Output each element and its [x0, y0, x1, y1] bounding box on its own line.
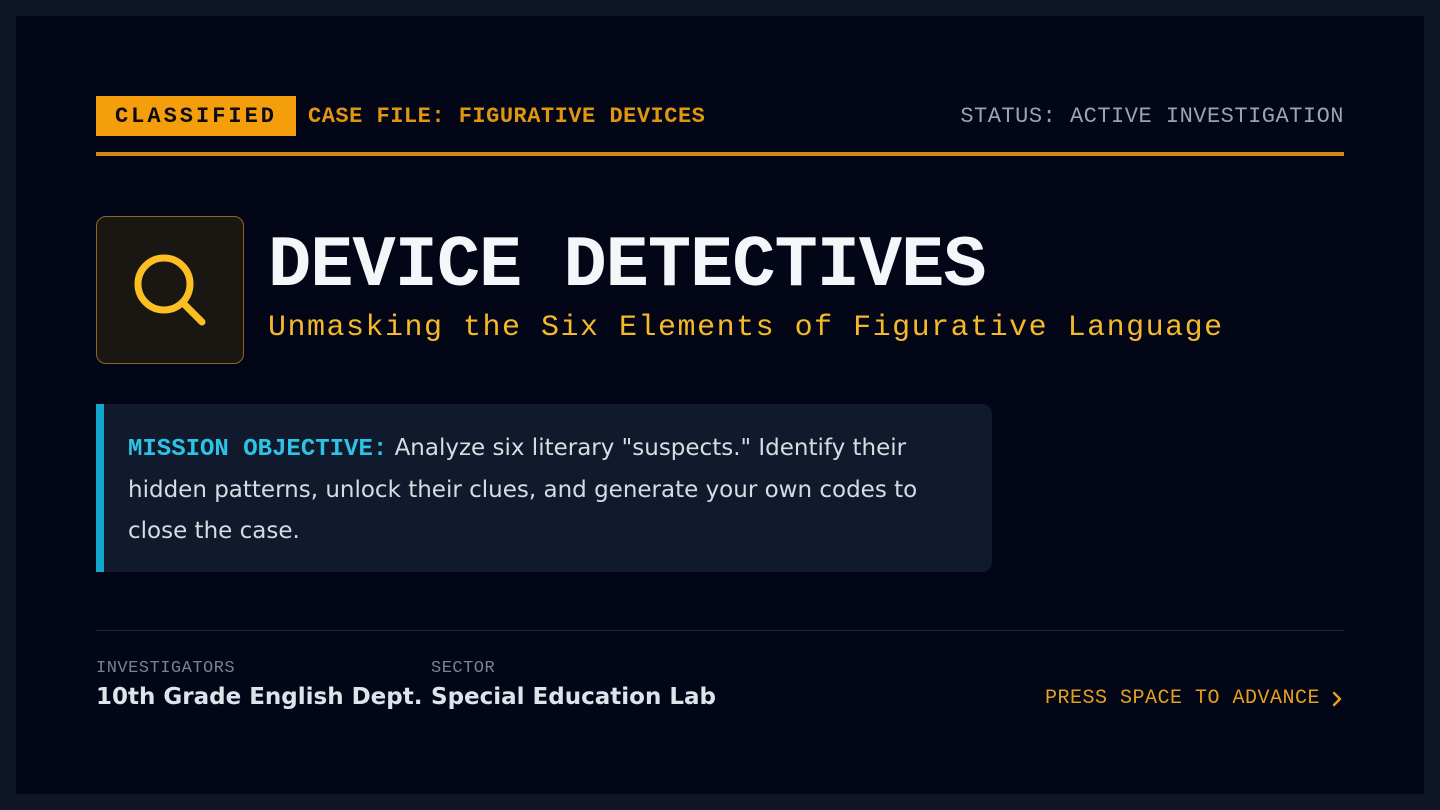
advance-button[interactable]: PRESS SPACE TO ADVANCE [1045, 687, 1344, 710]
slide-frame: CLASSIFIED CASE FILE: FIGURATIVE DEVICES… [16, 16, 1424, 794]
sector-block: SECTOR Special Education Lab [431, 659, 716, 710]
header: CLASSIFIED CASE FILE: FIGURATIVE DEVICES… [96, 96, 1344, 156]
case-file-title: CASE FILE: FIGURATIVE DEVICES [308, 103, 706, 129]
advance-label: PRESS SPACE TO ADVANCE [1044, 687, 1320, 710]
investigators-block: INVESTIGATORS 10th Grade English Dept. [96, 659, 422, 710]
slide-content: CLASSIFIED CASE FILE: FIGURATIVE DEVICES… [96, 96, 1344, 730]
magnifying-glass-icon [134, 254, 206, 326]
classified-badge: CLASSIFIED [96, 96, 296, 136]
sector-label: SECTOR [431, 659, 496, 678]
icon-box [96, 216, 244, 364]
investigators-value: 10th Grade English Dept. [96, 684, 423, 710]
sector-value: Special Education Lab [431, 684, 716, 710]
status-text: STATUS: ACTIVE INVESTIGATION [960, 103, 1344, 129]
mission-objective-box: MISSION OBJECTIVE: Analyze six literary … [96, 404, 992, 572]
chevron-right-icon [1332, 691, 1342, 706]
mission-label: MISSION OBJECTIVE: [128, 436, 388, 463]
investigators-label: INVESTIGATORS [96, 659, 236, 678]
page-title: DEVICE DETECTIVES [268, 225, 987, 307]
page-subtitle: Unmasking the Six Elements of Figurative… [268, 311, 1224, 345]
footer: INVESTIGATORS 10th Grade English Dept. S… [96, 630, 1344, 730]
hero: DEVICE DETECTIVES Unmasking the Six Elem… [96, 216, 1344, 364]
